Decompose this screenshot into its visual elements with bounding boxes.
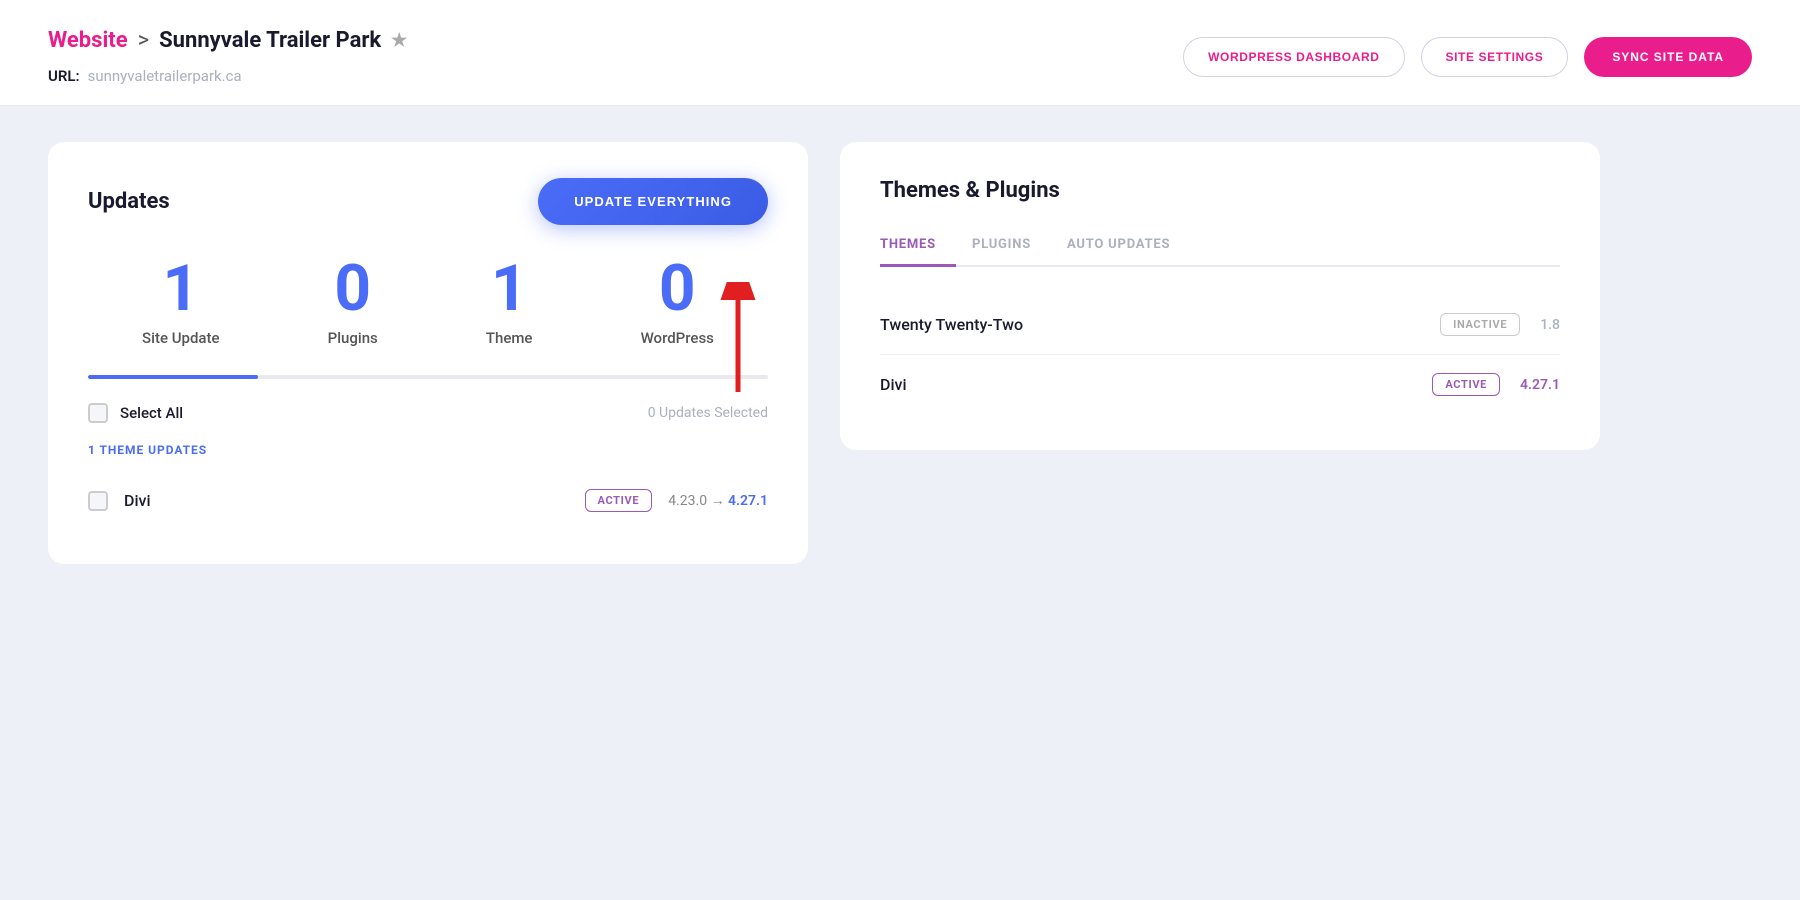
stat-site-update: 1 Site Update: [142, 257, 219, 347]
stats-row: 1 Site Update 0 Plugins 1 Theme 0 WordPr…: [88, 257, 768, 347]
breadcrumb-website-link[interactable]: Website: [48, 28, 128, 53]
select-all-row: Select All 0 Updates Selected: [88, 403, 768, 423]
stat-plugins: 0 Plugins: [328, 257, 378, 347]
updates-selected-count: 0 Updates Selected: [648, 405, 768, 421]
theme-badge-active-divi: ACTIVE: [1432, 373, 1500, 396]
stat-theme-label: Theme: [486, 329, 533, 347]
stat-theme: 1 Theme: [486, 257, 533, 347]
version-to: 4.27.1: [728, 493, 768, 509]
theme-row-divi: Divi ACTIVE 4.27.1: [880, 355, 1560, 414]
version-from: 4.23.0: [668, 493, 707, 509]
url-row: URL: sunnyvaletrailerpark.ca: [48, 67, 407, 85]
header-left: Website > Sunnyvale Trailer Park ★ URL: …: [48, 28, 407, 85]
theme-version-twenty-twenty-two: 1.8: [1540, 317, 1560, 333]
update-item-divi-checkbox[interactable]: [88, 491, 108, 511]
stat-theme-number: 1: [491, 257, 528, 321]
sync-site-data-button[interactable]: SYNC SITE DATA: [1584, 37, 1752, 77]
updates-progress-bar-fill: [88, 375, 258, 379]
themes-plugins-panel: Themes & Plugins THEMES PLUGINS AUTO UPD…: [840, 142, 1600, 450]
update-item-divi: Divi ACTIVE 4.23.0 → 4.27.1: [88, 473, 768, 528]
breadcrumb: Website > Sunnyvale Trailer Park ★: [48, 28, 407, 53]
header-actions: WORDPRESS DASHBOARD SITE SETTINGS SYNC S…: [1183, 37, 1752, 77]
favorite-star-icon[interactable]: ★: [391, 30, 407, 51]
breadcrumb-site-name: Sunnyvale Trailer Park: [159, 28, 381, 53]
update-everything-button[interactable]: UPDATE EVERYTHING: [538, 178, 768, 225]
main-content: Updates UPDATE EVERYTHING 1 Site Update …: [0, 106, 1800, 600]
breadcrumb-separator: >: [138, 28, 150, 53]
update-item-divi-badge: ACTIVE: [585, 489, 653, 512]
version-arrow: →: [711, 493, 725, 509]
tab-plugins[interactable]: PLUGINS: [972, 227, 1051, 267]
wordpress-dashboard-button[interactable]: WORDPRESS DASHBOARD: [1183, 37, 1404, 77]
stat-site-update-label: Site Update: [142, 329, 219, 347]
stat-site-update-number: 1: [162, 257, 199, 321]
select-all-label: Select All: [120, 404, 183, 422]
updates-title: Updates: [88, 189, 170, 214]
themes-plugins-title: Themes & Plugins: [880, 178, 1560, 203]
updates-panel: Updates UPDATE EVERYTHING 1 Site Update …: [48, 142, 808, 564]
theme-version-divi: 4.27.1: [1520, 377, 1560, 393]
select-all-left: Select All: [88, 403, 183, 423]
header: Website > Sunnyvale Trailer Park ★ URL: …: [0, 0, 1800, 106]
tab-themes[interactable]: THEMES: [880, 227, 956, 267]
stat-wordpress-number: 0: [659, 257, 696, 321]
update-item-divi-version: 4.23.0 → 4.27.1: [668, 492, 768, 509]
theme-updates-section-label: 1 THEME UPDATES: [88, 443, 768, 457]
update-item-divi-name: Divi: [124, 491, 569, 510]
theme-badge-inactive: INACTIVE: [1440, 313, 1520, 336]
updates-progress-bar-container: [88, 375, 768, 379]
theme-name-divi: Divi: [880, 375, 1432, 394]
themes-plugins-tabs: THEMES PLUGINS AUTO UPDATES: [880, 227, 1560, 267]
theme-name-twenty-twenty-two: Twenty Twenty-Two: [880, 315, 1440, 334]
site-settings-button[interactable]: SITE SETTINGS: [1421, 37, 1569, 77]
tab-auto-updates[interactable]: AUTO UPDATES: [1067, 227, 1190, 267]
url-value: sunnyvaletrailerpark.ca: [88, 67, 242, 85]
stat-wordpress-label: WordPress: [641, 329, 714, 347]
stat-plugins-number: 0: [334, 257, 371, 321]
stat-plugins-label: Plugins: [328, 329, 378, 347]
url-label: URL:: [48, 67, 80, 85]
updates-panel-header: Updates UPDATE EVERYTHING: [88, 178, 768, 225]
theme-row-twenty-twenty-two: Twenty Twenty-Two INACTIVE 1.8: [880, 295, 1560, 355]
stat-wordpress: 0 WordPress: [641, 257, 714, 347]
select-all-checkbox[interactable]: [88, 403, 108, 423]
